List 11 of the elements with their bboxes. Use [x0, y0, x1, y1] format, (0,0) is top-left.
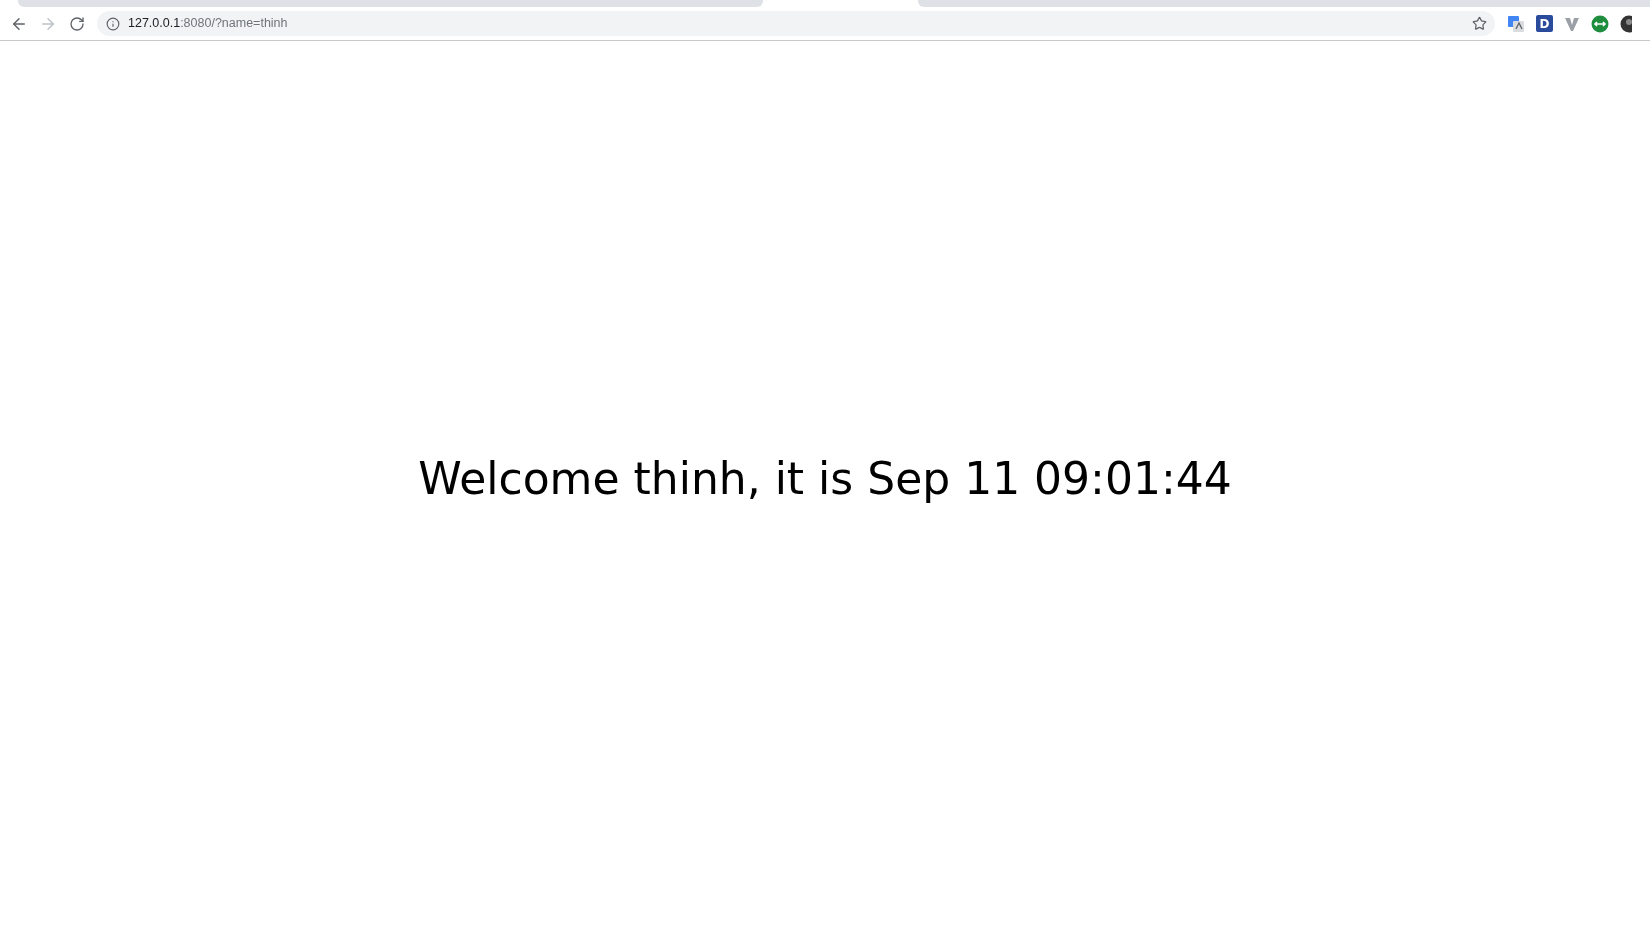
welcome-message: Welcome thinh, it is Sep 11 09:01:44 — [418, 452, 1232, 506]
avatar-icon[interactable] — [1620, 14, 1632, 33]
url-text: 127.0.0.1:8080/?name=thinh — [128, 15, 288, 33]
v-icon[interactable] — [1564, 15, 1580, 32]
info-icon[interactable] — [106, 16, 120, 31]
address-bar[interactable]: 127.0.0.1:8080/?name=thinh — [97, 11, 1495, 36]
arrows-icon[interactable] — [1591, 14, 1609, 33]
reload-icon[interactable] — [69, 15, 85, 32]
translate-icon[interactable] — [1507, 14, 1525, 33]
bookmark-star-icon[interactable] — [1472, 16, 1487, 31]
extension-icon[interactable]: D — [1536, 15, 1553, 32]
